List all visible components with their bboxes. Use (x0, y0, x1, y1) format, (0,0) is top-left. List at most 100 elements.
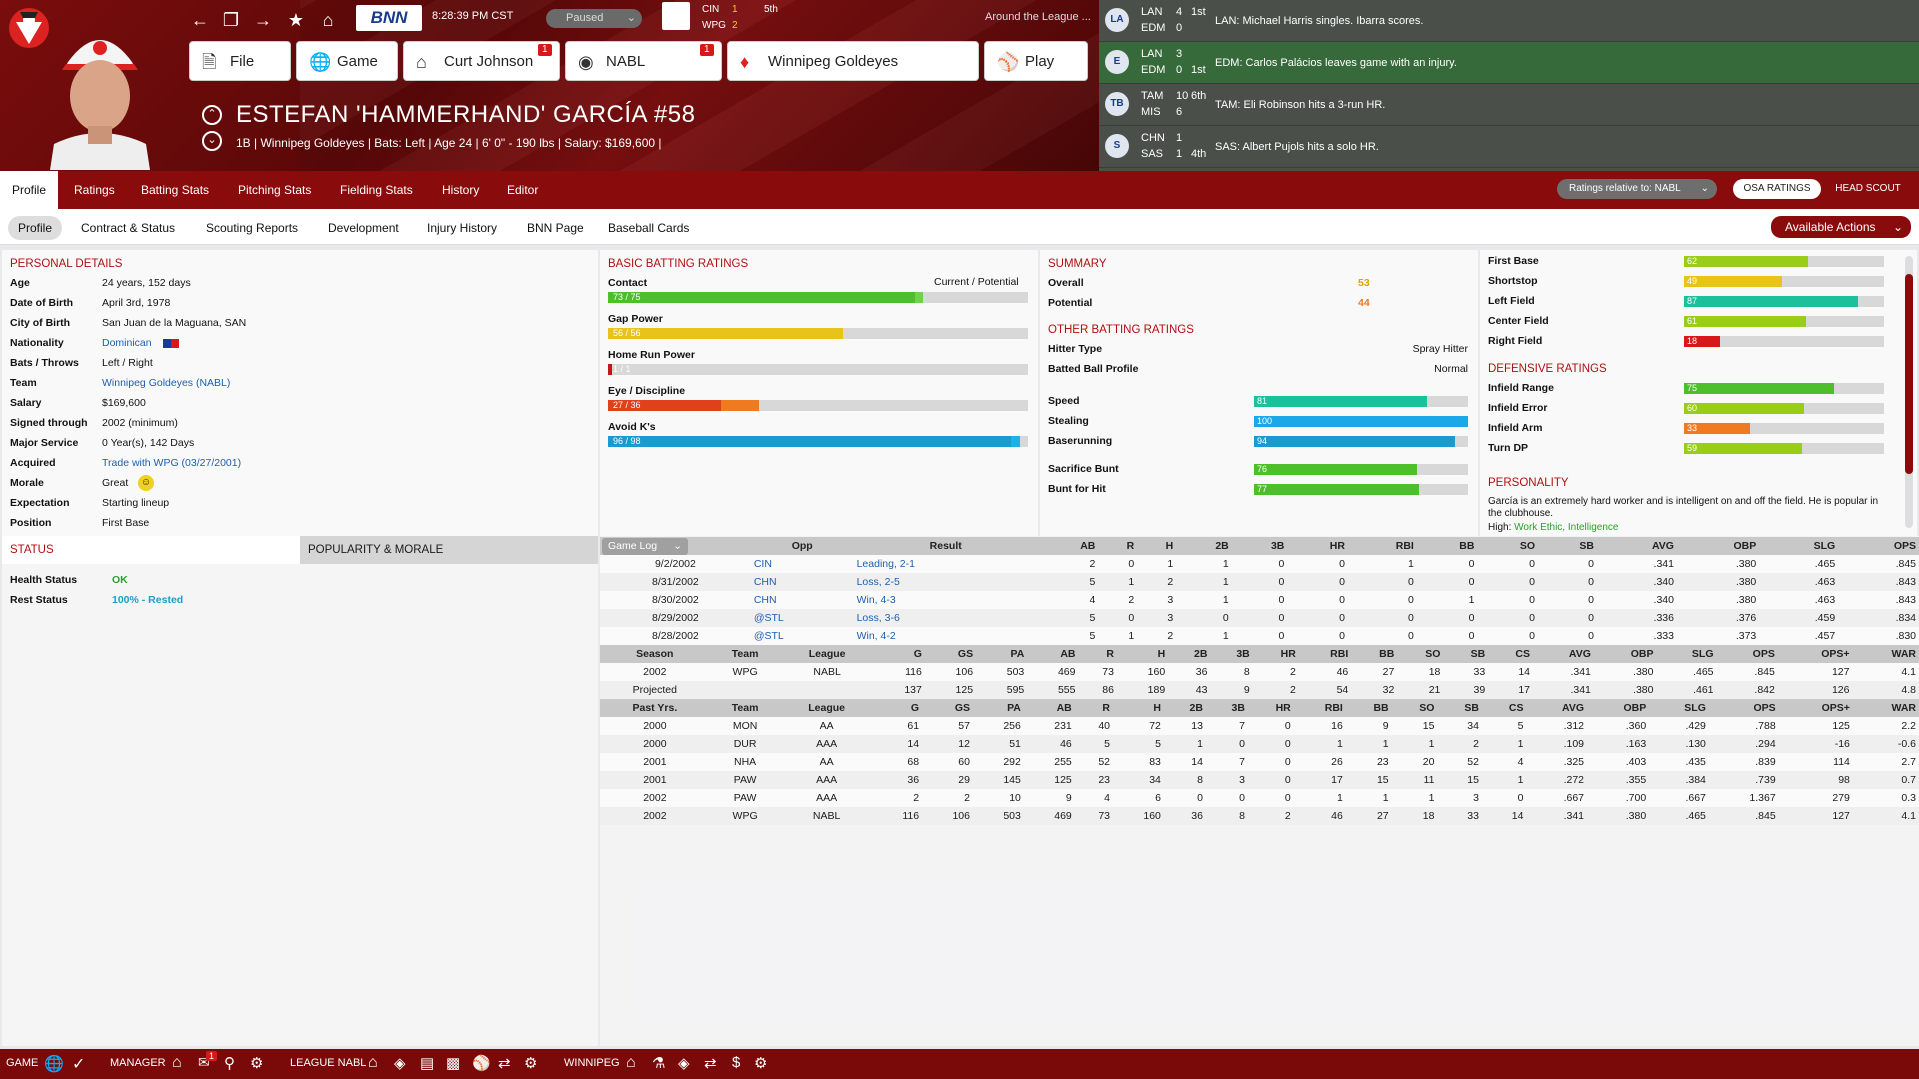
column-header[interactable]: RBI (1293, 699, 1346, 717)
table-row[interactable]: 8/29/2002 @STL Loss, 3-6 5 0 3 0 0 0 0 0 0 0.336.376… (600, 609, 1919, 627)
game-button[interactable]: 🌐 Game (296, 41, 398, 81)
gear-icon[interactable]: ⚙ (250, 1054, 263, 1072)
tab-profile[interactable]: Profile (0, 171, 59, 209)
column-header[interactable]: GS (922, 699, 973, 717)
ticker-row[interactable]: S CHN 1 SAS 1 4th SAS: Albert Pujols hits a… (1099, 126, 1919, 168)
home-icon[interactable]: ⌂ (316, 10, 340, 31)
column-header[interactable]: 2B (1163, 699, 1206, 717)
subtab-profile[interactable]: Profile (8, 216, 63, 240)
table-cell[interactable]: CHN (750, 591, 854, 609)
scrollbar[interactable] (1905, 256, 1913, 528)
column-header[interactable]: SLG (1649, 699, 1709, 717)
table-row[interactable]: 8/31/2002 CHN Loss, 2-5 5 1 2 1 0 0 0 0 0 0.340.380.… (600, 573, 1919, 591)
column-header[interactable]: SB (1437, 699, 1482, 717)
gear-icon[interactable]: ⚙ (524, 1054, 537, 1072)
check-icon[interactable]: ✓ (72, 1054, 85, 1074)
column-header[interactable]: AVG (1596, 537, 1677, 555)
column-header[interactable]: League (780, 645, 874, 663)
column-header[interactable]: AB (1027, 645, 1079, 663)
column-header[interactable]: R (1078, 645, 1117, 663)
column-header[interactable]: WAR (1852, 645, 1919, 663)
column-header[interactable]: SLG (1759, 537, 1839, 555)
column-header[interactable]: 2B (1168, 645, 1211, 663)
column-header[interactable]: BB (1345, 699, 1392, 717)
column-header[interactable]: SB (1443, 645, 1489, 663)
column-header[interactable]: R (1074, 699, 1114, 717)
search-icon[interactable]: ⚲ (224, 1054, 235, 1072)
column-header[interactable]: Past Yrs. (600, 699, 710, 717)
scrollbar-thumb[interactable] (1905, 274, 1913, 474)
globe-icon[interactable]: 🌐 (44, 1054, 64, 1074)
gear-icon[interactable]: ⚙ (754, 1054, 767, 1072)
table-cell[interactable]: @STL (750, 609, 854, 627)
table-row[interactable]: 2000 MON AA 61 57 256 231 40 72 13 7 0 16 9 15 34 5.312.… (600, 717, 1919, 735)
ticker-row[interactable]: E LAN 3 EDM 0 1st EDM: Carlos Palácios leav… (1099, 42, 1919, 84)
table-cell[interactable]: Loss, 2-5 (853, 573, 1038, 591)
column-header[interactable]: BB (1416, 537, 1478, 555)
column-header[interactable]: 3B (1205, 699, 1248, 717)
next-player-icon[interactable]: ⌄ (202, 131, 222, 151)
column-header[interactable]: PA (976, 645, 1028, 663)
tab-fielding-stats[interactable]: Fielding Stats (328, 171, 425, 209)
column-header[interactable]: RBI (1347, 537, 1417, 555)
team-button[interactable]: ♦ Winnipeg Goldeyes (727, 41, 979, 81)
column-header[interactable]: SO (1397, 645, 1444, 663)
column-header[interactable]: Team (709, 699, 781, 717)
table-cell[interactable]: CIN (750, 555, 854, 573)
forward-icon[interactable]: → (251, 10, 275, 31)
column-header[interactable]: HR (1252, 645, 1299, 663)
table-row[interactable]: 2002 WPG NABL 116 106 503 469 73 160 36 8 2 46 27 18 33… (600, 663, 1919, 681)
table-cell[interactable]: Win, 4-3 (853, 591, 1038, 609)
star-icon[interactable]: ★ (284, 10, 308, 31)
column-header[interactable]: RBI (1298, 645, 1352, 663)
column-header[interactable]: 2B (1176, 537, 1232, 555)
transactions-icon[interactable]: ⇄ (704, 1054, 717, 1072)
current-game-score[interactable]: CIN 1 5th WPG 2 (662, 2, 790, 34)
table-row[interactable]: 8/28/2002 @STL Win, 4-2 5 1 2 1 0 0 0 0 0 0.333.373.… (600, 627, 1919, 645)
around-league-label[interactable]: Around the League ... (985, 11, 1091, 23)
home-icon[interactable]: ⌂ (626, 1054, 636, 1072)
subtab-injury[interactable]: Injury History (417, 216, 507, 240)
table-row[interactable]: 2000 DUR AAA 14 12 51 46 5 5 1 0 0 1 1 1 2 1.109.163.130… (600, 735, 1919, 753)
column-header[interactable]: OPS (1708, 699, 1779, 717)
column-header[interactable]: H (1113, 699, 1164, 717)
ratings-relative-dropdown[interactable]: Ratings relative to: NABL ⌄ (1557, 179, 1717, 199)
ticker-row[interactable]: LA LAN 4 1st EDM 0 LAN: Michael Harris sing… (1099, 0, 1919, 42)
column-header[interactable]: BB (1351, 645, 1398, 663)
tab-editor[interactable]: Editor (495, 171, 550, 209)
status-tab[interactable]: STATUS (2, 536, 300, 564)
game-log-dropdown[interactable]: Game Log ⌄ (602, 538, 688, 555)
column-header[interactable]: SO (1477, 537, 1538, 555)
column-header[interactable]: HR (1247, 699, 1294, 717)
table-row[interactable]: 2001 PAW AAA 36 29 145 125 23 34 8 3 0 17 15 11 15 1.272… (600, 771, 1919, 789)
home-icon[interactable]: ⌂ (172, 1054, 182, 1072)
copy-icon[interactable]: ❐ (219, 10, 243, 31)
table-row[interactable]: 9/2/2002 CIN Leading, 2-1 2 0 1 1 0 0 1 0 0 0.341.38… (600, 555, 1919, 573)
column-header[interactable]: R (1098, 537, 1138, 555)
table-row[interactable]: 2002 WPG NABL 116 106 503 469 73 160 36 8 2 46 27 18 33… (600, 807, 1919, 825)
column-header[interactable]: OPS+ (1777, 645, 1853, 663)
tab-pitching-stats[interactable]: Pitching Stats (226, 171, 323, 209)
document-icon[interactable]: ▤ (420, 1054, 434, 1072)
column-header[interactable]: League (780, 699, 873, 717)
column-header[interactable]: AVG (1526, 699, 1587, 717)
column-header[interactable]: Opp (750, 537, 854, 555)
column-header[interactable]: SLG (1656, 645, 1717, 663)
table-row[interactable]: 2002 PAW AAA 2 2 10 9 4 6 0 0 0 1 1 1 3 0.667.700.667 1.3… (600, 789, 1919, 807)
table-row[interactable]: Projected 137 125 595 555 86 189 43 9 2 54 32 21 39 17… (600, 681, 1919, 699)
subtab-bnn[interactable]: BNN Page (517, 216, 594, 240)
table-cell[interactable]: Leading, 2-1 (853, 555, 1038, 573)
table-cell[interactable]: @STL (750, 627, 854, 645)
tab-batting-stats[interactable]: Batting Stats (129, 171, 221, 209)
column-header[interactable]: G (872, 699, 923, 717)
column-header[interactable]: OPS (1716, 645, 1778, 663)
column-header[interactable]: SB (1537, 537, 1597, 555)
bnn-button[interactable]: BNN (356, 5, 422, 31)
head-scout-button[interactable]: HEAD SCOUT (1826, 179, 1910, 199)
column-header[interactable]: HR (1287, 537, 1348, 555)
baseball-icon[interactable]: ⚾ (472, 1054, 491, 1072)
chart-icon[interactable]: ▩ (446, 1054, 460, 1072)
back-icon[interactable]: ← (188, 10, 212, 31)
column-header[interactable]: OBP (1593, 645, 1657, 663)
file-button[interactable]: 🗎 File (189, 41, 291, 81)
